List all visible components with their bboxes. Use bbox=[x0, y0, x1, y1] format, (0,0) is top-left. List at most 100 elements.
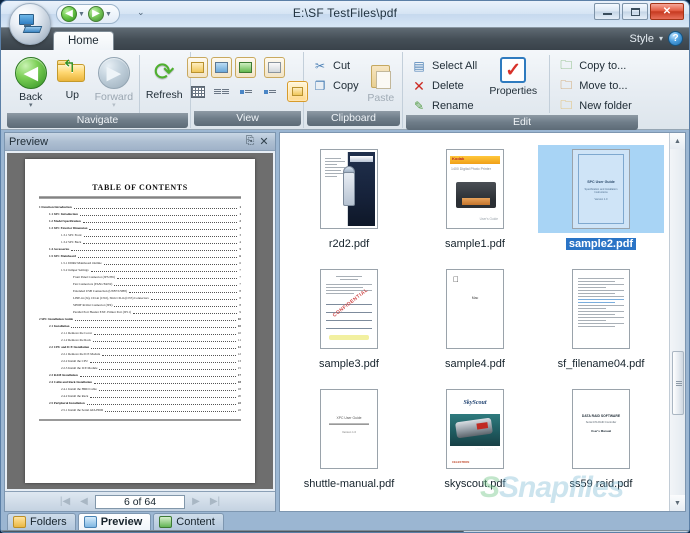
file-thumbnail-wrap bbox=[538, 265, 664, 353]
delete-button[interactable]: ✕ Delete bbox=[409, 77, 483, 95]
icons-view-icon[interactable] bbox=[235, 57, 256, 78]
file-tile[interactable]: CONFIDENTIAL sample3.pdf bbox=[286, 261, 412, 381]
move-to-label: Move to... bbox=[579, 80, 628, 92]
file-tile[interactable]: sf_filename04.pdf bbox=[538, 261, 664, 381]
scroll-down-icon[interactable]: ▼ bbox=[669, 495, 685, 511]
file-thumbnail-wrap: Mac bbox=[412, 265, 538, 353]
file-tile[interactable]: SkyScout USER'S MANUAL CELESTRON skyscou… bbox=[412, 381, 538, 501]
scrollbar-thumb[interactable] bbox=[672, 351, 684, 415]
file-tile[interactable]: DATA RAID SOFTWARE Serial ATA RAID Contro… bbox=[538, 381, 664, 501]
forward-button-large[interactable]: ▶ Forward ▾ bbox=[93, 55, 135, 109]
new-folder-button[interactable]: 🗀 New folder bbox=[556, 97, 638, 115]
grid-view-icon[interactable] bbox=[187, 81, 208, 102]
toc-entry-page: 12 bbox=[237, 345, 241, 349]
page-indicator[interactable]: 6 of 64 bbox=[95, 494, 185, 509]
paste-button[interactable]: Paste bbox=[365, 55, 397, 104]
toc-entry: 2.5 Peripheral Installation 22 bbox=[39, 400, 241, 406]
toc-entry: 2.4.2 Install the Rack 20 bbox=[39, 393, 241, 399]
file-thumbnail: Mac bbox=[446, 269, 504, 349]
toc-entry-page: 13 bbox=[237, 359, 241, 363]
folder-up-icon: ↰ bbox=[56, 57, 88, 87]
panel-tab-preview[interactable]: Preview bbox=[77, 513, 152, 530]
paste-label: Paste bbox=[367, 92, 395, 104]
next-page-button[interactable]: ▶ bbox=[188, 496, 204, 507]
toc-entry-text: 1.5.2 Jumper Settings bbox=[61, 268, 89, 272]
toc-entry: 1.3.2 SPC Back 4 bbox=[39, 239, 241, 245]
file-pane-scrollbar[interactable]: ▲ ▼ bbox=[669, 133, 685, 511]
group-view-icon[interactable] bbox=[259, 81, 280, 102]
select-all-button[interactable]: ▤ Select All bbox=[409, 57, 483, 75]
properties-button[interactable]: ✓ Properties bbox=[483, 55, 543, 97]
toc-entry: 2.5.1 Install the Serial ATA HDD 22 bbox=[39, 407, 241, 413]
toc-entry-text: 2.4.1 Install the HDD Cable bbox=[61, 387, 97, 391]
select-all-icon: ▤ bbox=[413, 59, 425, 73]
folder-icon bbox=[13, 516, 26, 528]
toc-leader bbox=[90, 271, 238, 272]
cut-button[interactable]: ✂ Cut bbox=[310, 57, 365, 75]
window-controls: ✕ bbox=[594, 3, 684, 20]
file-list-pane[interactable]: r2d2.pdf Kodak 1400 Digital Photo Printe… bbox=[279, 132, 686, 512]
minimize-button[interactable] bbox=[594, 3, 620, 20]
move-to-button[interactable]: 🗀 Move to... bbox=[556, 77, 638, 95]
file-tile[interactable]: Mac sample4.pdf bbox=[412, 261, 538, 381]
back-dropdown-icon[interactable]: ▾ bbox=[29, 102, 33, 109]
pin-icon[interactable]: ⎘ bbox=[243, 135, 257, 148]
application-menu-button[interactable] bbox=[9, 3, 51, 45]
scroll-up-icon[interactable]: ▲ bbox=[669, 133, 685, 149]
file-grid: r2d2.pdf Kodak 1400 Digital Photo Printe… bbox=[280, 133, 685, 501]
ribbon-group-title-clipboard: Clipboard bbox=[307, 111, 400, 126]
preview-document-viewport[interactable]: TABLE OF CONTENTS 1 Function Introductio… bbox=[7, 153, 273, 489]
details-view-icon[interactable] bbox=[264, 57, 285, 78]
thumbnails-view-icon[interactable] bbox=[187, 57, 208, 78]
style-label[interactable]: Style bbox=[630, 33, 654, 45]
forward-arrow-icon: ▶ bbox=[97, 57, 130, 89]
toc-entry: SPDIF In/Out Connector (JP4) 8 bbox=[39, 302, 241, 308]
sort-view-icon[interactable] bbox=[235, 81, 256, 102]
close-icon[interactable]: ✕ bbox=[257, 135, 271, 148]
move-to-folder-icon: 🗀 bbox=[560, 77, 573, 92]
new-folder-icon: 🗀 bbox=[560, 97, 573, 112]
toc-entry: 1.4 Accessories 5 bbox=[39, 246, 241, 252]
toc-leader bbox=[78, 257, 238, 258]
toc-entry: 2.2.1 Remove the ICE Module 12 bbox=[39, 351, 241, 357]
copy-label: Copy bbox=[333, 80, 359, 92]
list-view-icon[interactable] bbox=[211, 81, 232, 102]
help-icon[interactable]: ? bbox=[668, 31, 683, 46]
toc-entry: 2.4.1 Install the HDD Cable 18 bbox=[39, 386, 241, 392]
forward-dropdown-icon[interactable]: ▾ bbox=[112, 102, 116, 109]
toc-entry: Extended USB Connection (USB7/USB8) 8 bbox=[39, 288, 241, 294]
toc-entry-text: 2 SPC Installation Guide bbox=[39, 317, 73, 321]
previous-page-button[interactable]: ◀ bbox=[76, 496, 92, 507]
maximize-button[interactable] bbox=[622, 3, 648, 20]
last-page-button[interactable]: ▶| bbox=[207, 496, 223, 507]
file-tile[interactable]: Kodak 1400 Digital Photo Printer User's … bbox=[412, 141, 538, 261]
toc-leader bbox=[89, 229, 238, 230]
toc-entry-text: 1.3.2 SPC Back bbox=[61, 240, 82, 244]
toc-entry-text: 2.3 RAM Installation bbox=[49, 373, 78, 377]
toc-entry-page: 18 bbox=[237, 380, 241, 384]
copy-to-label: Copy to... bbox=[579, 60, 627, 72]
tiles-view-icon[interactable] bbox=[211, 57, 232, 78]
toc-entry-page: 2 bbox=[239, 219, 241, 223]
toc-entry-page: 8 bbox=[239, 296, 241, 300]
file-tile[interactable]: XPC User Guide Version 1.0 shuttle-manual… bbox=[286, 381, 412, 501]
close-button[interactable]: ✕ bbox=[650, 3, 684, 20]
toc-entry-text: 2.2.3 Install the ICE Module bbox=[61, 366, 98, 370]
refresh-button-large[interactable]: ⟳ Refresh bbox=[143, 55, 185, 101]
file-tile[interactable]: r2d2.pdf bbox=[286, 141, 412, 261]
copy-to-button[interactable]: 🗀 Copy to... bbox=[556, 57, 638, 75]
file-name-label: sf_filename04.pdf bbox=[557, 358, 645, 370]
rename-button[interactable]: ✎ Rename bbox=[409, 97, 483, 115]
file-tile[interactable]: SPC User Guide Specification and Install… bbox=[538, 141, 664, 261]
copy-button[interactable]: ❐ Copy bbox=[310, 77, 365, 95]
table-of-contents: 1 Function Introduction 1 1.1 SPC Introduc… bbox=[39, 204, 241, 413]
ribbon-group-navigate: ◀ Back ▾ ↰ Up ▶ Forward ▾ ⟳ Refresh Navi… bbox=[5, 52, 191, 128]
chevron-down-icon[interactable]: ▾ bbox=[659, 34, 663, 43]
panel-tab-folders[interactable]: Folders bbox=[7, 513, 76, 530]
panel-tab-content[interactable]: Content bbox=[153, 513, 224, 530]
up-button-large[interactable]: ↰ Up bbox=[52, 55, 94, 101]
back-button-large[interactable]: ◀ Back ▾ bbox=[10, 55, 52, 109]
tab-home[interactable]: Home bbox=[53, 31, 114, 51]
first-page-button[interactable]: |◀ bbox=[57, 496, 73, 507]
select-all-label: Select All bbox=[432, 60, 478, 72]
